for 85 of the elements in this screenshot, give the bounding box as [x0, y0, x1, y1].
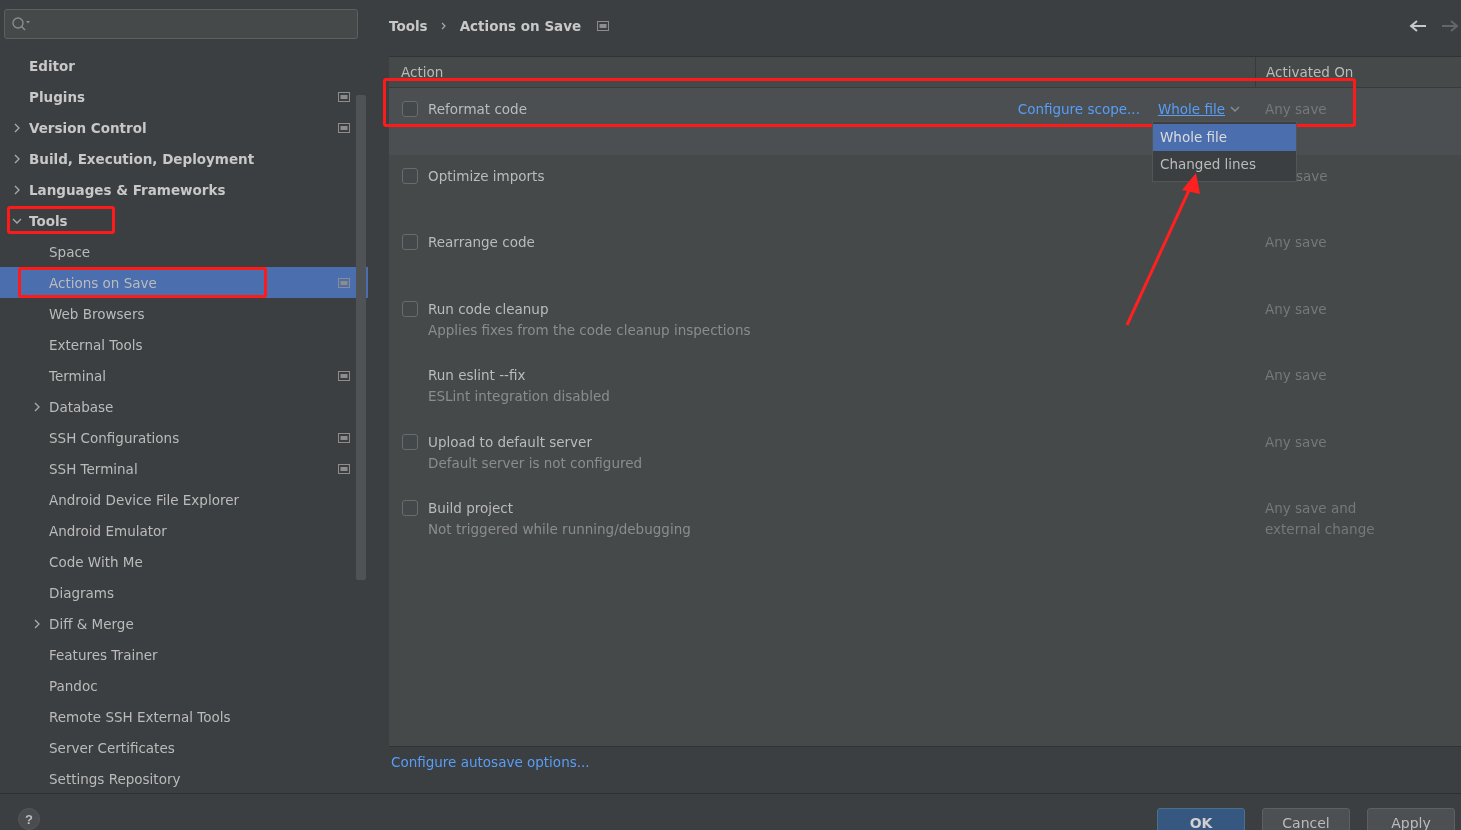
- checkbox[interactable]: [402, 300, 418, 317]
- tree-item[interactable]: Android Device File Explorer: [0, 484, 368, 515]
- tree-item[interactable]: Database: [0, 391, 368, 422]
- action-label: Reformat code: [428, 101, 527, 117]
- tree-item[interactable]: Diff & Merge: [0, 608, 368, 639]
- action-label: Rearrange code: [428, 234, 535, 250]
- tree-label: Android Emulator: [49, 522, 168, 539]
- scope-dropdown-link[interactable]: Whole file: [1157, 101, 1225, 117]
- chevron-down-icon: [1230, 105, 1240, 113]
- menu-item[interactable]: Changed lines: [1153, 151, 1296, 178]
- tree-item[interactable]: Languages & Frameworks: [0, 174, 368, 205]
- tree-label: Server Certificates: [49, 739, 176, 756]
- dialog-button[interactable]: Apply: [1367, 808, 1455, 830]
- tree-item[interactable]: SSH Terminal: [0, 453, 368, 484]
- tree-label: Actions on Save: [49, 274, 158, 291]
- tree-label: Settings Repository: [49, 770, 182, 787]
- tree-item[interactable]: Build, Execution, Deployment: [0, 143, 368, 174]
- chevron-right-icon: [439, 21, 448, 31]
- tree-item[interactable]: Remote SSH External Tools: [0, 701, 368, 732]
- tree-label: Web Browsers: [49, 305, 146, 322]
- checkbox[interactable]: [402, 167, 418, 184]
- tree-item[interactable]: Features Trainer: [0, 639, 368, 670]
- tree-label: Pandoc: [49, 677, 99, 694]
- tree-label: Code With Me: [49, 553, 144, 570]
- configure-autosave-link[interactable]: Configure autosave options...: [391, 754, 590, 770]
- configure-scope-link[interactable]: Configure scope...: [1017, 101, 1140, 117]
- action-description: Applies fixes from the code cleanup inspections: [427, 321, 752, 338]
- tree-item[interactable]: Editor: [0, 50, 368, 81]
- tree-label: Database: [49, 398, 115, 415]
- action-label: Build project: [428, 500, 514, 516]
- tree-item[interactable]: Web Browsers: [0, 298, 368, 329]
- checkbox[interactable]: [402, 101, 418, 117]
- checkbox[interactable]: [402, 500, 418, 516]
- tree-item[interactable]: Android Emulator: [0, 515, 368, 546]
- tree-item[interactable]: Pandoc: [0, 670, 368, 701]
- tree-item[interactable]: Tools: [0, 205, 368, 236]
- dialog-button[interactable]: Cancel: [1262, 808, 1350, 830]
- tree-label: Build, Execution, Deployment: [29, 150, 256, 167]
- action-label: Upload to default server: [428, 433, 592, 450]
- tree-item[interactable]: Version Control: [0, 112, 368, 143]
- tree-label: Version Control: [29, 119, 148, 136]
- tree-label: Tools: [29, 212, 69, 229]
- tree-label: Features Trainer: [49, 646, 159, 663]
- action-description: ESLint integration disabled: [427, 388, 611, 404]
- tree-label: Plugins: [29, 88, 87, 105]
- column-header[interactable]: Action: [389, 57, 1256, 87]
- action-label: Run eslint --fix: [428, 367, 526, 383]
- action-description: Not triggered while running/debugging: [427, 521, 692, 537]
- menu-item[interactable]: Whole file: [1153, 124, 1296, 151]
- tree-label: Diff & Merge: [49, 615, 135, 632]
- tree-label: Languages & Frameworks: [29, 181, 227, 198]
- back-arrow-icon[interactable]: [1409, 19, 1427, 33]
- tree-item[interactable]: Plugins: [0, 81, 368, 112]
- tree-label: External Tools: [49, 336, 144, 353]
- tree-item[interactable]: Code With Me: [0, 546, 368, 577]
- tree-item[interactable]: Terminal: [0, 360, 368, 391]
- help-button[interactable]: ?: [18, 808, 40, 830]
- tree-label: SSH Terminal: [49, 460, 139, 477]
- tree-label: Remote SSH External Tools: [49, 708, 232, 725]
- action-label: Optimize imports: [428, 167, 545, 184]
- dialog-button[interactable]: OK: [1157, 808, 1245, 830]
- tree-item[interactable]: External Tools: [0, 329, 368, 360]
- forward-arrow-icon[interactable]: [1441, 19, 1459, 33]
- tree-label: Diagrams: [49, 584, 115, 601]
- action-description: Default server is not configured: [427, 454, 644, 471]
- tree-label: Terminal: [49, 367, 108, 384]
- tree-item[interactable]: Space: [0, 236, 368, 267]
- column-header[interactable]: Activated On: [1256, 57, 1461, 87]
- tree-label: Editor: [29, 57, 76, 74]
- tree-item[interactable]: Server Certificates: [0, 732, 368, 763]
- tree-label: Android Device File Explorer: [49, 491, 241, 508]
- search-field[interactable]: [4, 9, 358, 39]
- project-icon: [597, 21, 610, 31]
- tree-item[interactable]: Settings Repository: [0, 763, 368, 793]
- tree-label: SSH Configurations: [49, 429, 181, 446]
- search-icon: [11, 16, 31, 32]
- checkbox[interactable]: [402, 234, 418, 250]
- tree-item[interactable]: Diagrams: [0, 577, 368, 608]
- tree-label: Space: [49, 243, 92, 260]
- scrollbar[interactable]: [356, 95, 366, 580]
- action-label: Run code cleanup: [428, 300, 549, 317]
- tree-item[interactable]: SSH Configurations: [0, 422, 368, 453]
- checkbox[interactable]: [402, 433, 418, 450]
- breadcrumb-item[interactable]: Tools: [389, 18, 428, 34]
- breadcrumb-item[interactable]: Actions on Save: [459, 18, 582, 34]
